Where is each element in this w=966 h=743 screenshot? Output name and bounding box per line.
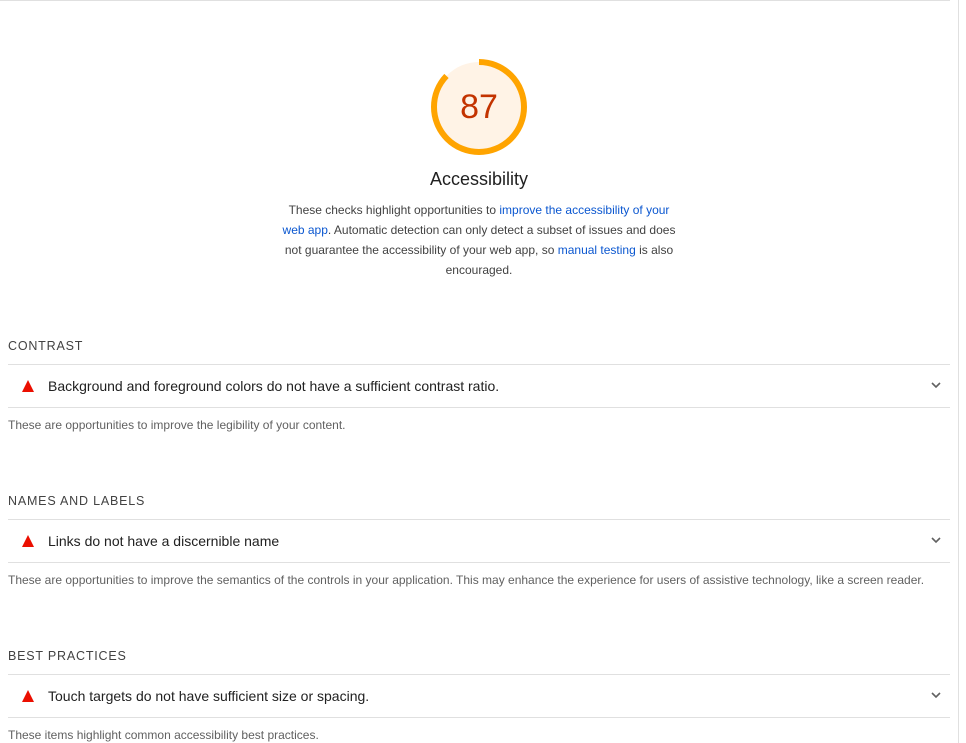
- group-heading-names-and-labels: NAMES AND LABELS: [8, 494, 146, 508]
- fail-triangle-icon: [22, 690, 34, 702]
- group-description-contrast: These are opportunities to improve the l…: [8, 418, 346, 432]
- chevron-down-icon[interactable]: [930, 534, 942, 546]
- score-gauge[interactable]: 87: [428, 56, 530, 158]
- group-description-best-practices: These items highlight common accessibili…: [8, 728, 319, 742]
- audit-title: Background and foreground colors do not …: [48, 378, 500, 394]
- manual-testing-link[interactable]: manual testing: [558, 243, 636, 257]
- chevron-down-icon[interactable]: [930, 379, 942, 391]
- audit-row-color-contrast[interactable]: Background and foreground colors do not …: [8, 364, 950, 408]
- audit-row-link-name[interactable]: Links do not have a discernible name: [8, 519, 950, 563]
- right-scroll-border: [958, 0, 959, 743]
- gauge-score-value: 87: [460, 88, 498, 126]
- group-heading-contrast: CONTRAST: [8, 339, 84, 353]
- chevron-down-icon[interactable]: [930, 689, 942, 701]
- audit-title: Links do not have a discernible name: [48, 533, 280, 549]
- fail-triangle-icon: [22, 535, 34, 547]
- group-description-names-and-labels: These are opportunities to improve the s…: [8, 573, 925, 587]
- audit-row-target-size[interactable]: Touch targets do not have sufficient siz…: [8, 674, 950, 718]
- category-description: These checks highlight opportunities to …: [276, 200, 682, 280]
- category-title: Accessibility: [429, 169, 529, 189]
- fail-triangle-icon: [22, 380, 34, 392]
- description-text-1: These checks highlight opportunities to: [288, 203, 500, 217]
- group-heading-best-practices: BEST PRACTICES: [8, 649, 127, 663]
- audit-title: Touch targets do not have sufficient siz…: [48, 688, 370, 704]
- top-divider: [0, 0, 950, 1]
